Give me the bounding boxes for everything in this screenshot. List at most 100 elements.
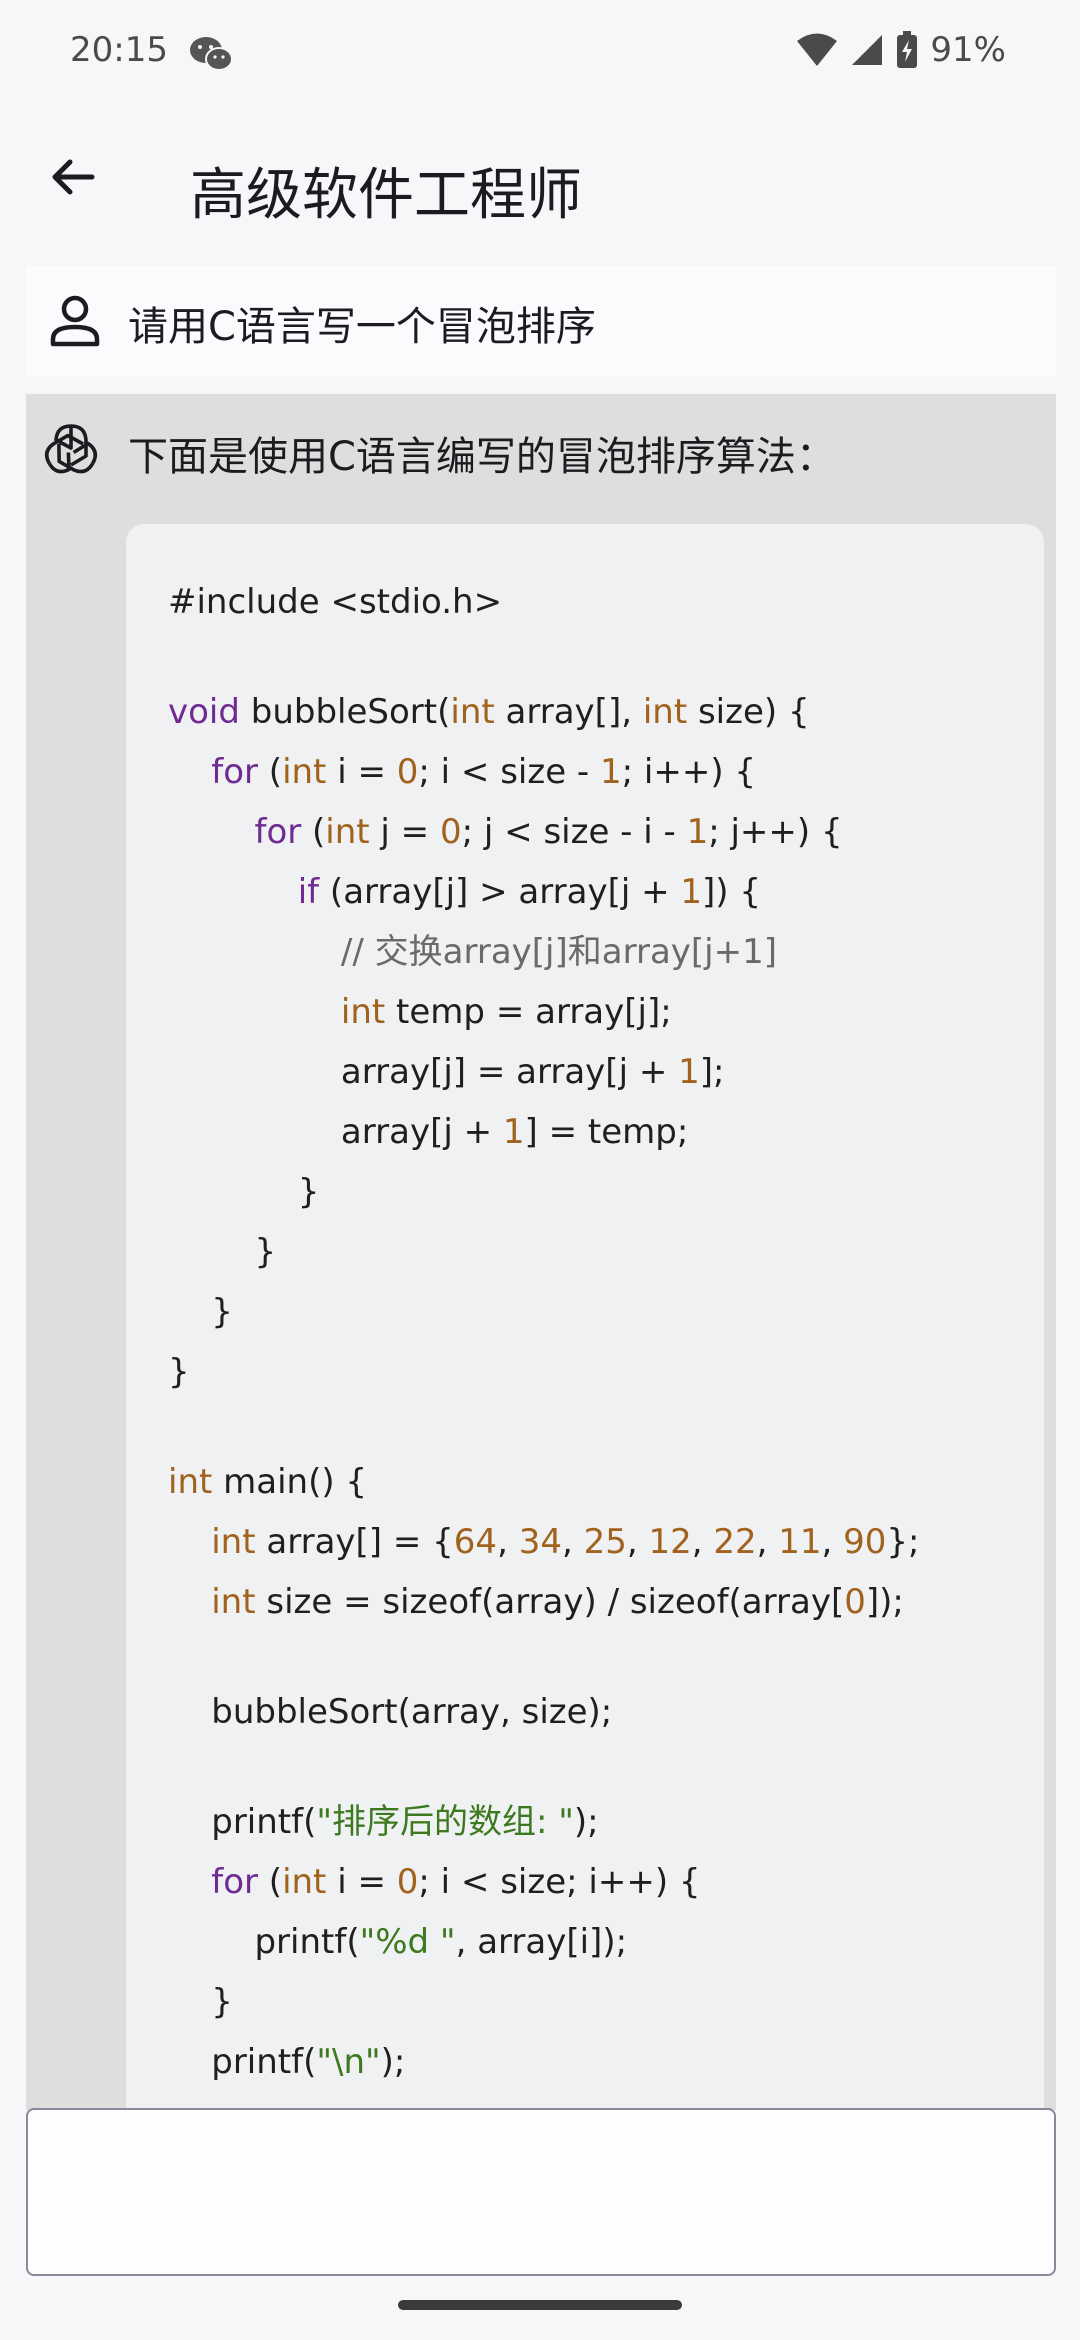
code-line: bubbleSort(array, size); <box>168 1682 1002 1742</box>
code-line: } <box>168 1342 1002 1402</box>
code-line: printf("%d ", array[i]); <box>168 1912 1002 1972</box>
code-line: int main() { <box>168 1452 1002 1512</box>
code-token: ; j++) { <box>708 812 843 852</box>
status-bar: 20:15 91% <box>0 0 1080 100</box>
code-token: (array[j] > array[j + <box>319 872 681 912</box>
wifi-icon <box>797 33 838 66</box>
code-token: , array[i]); <box>455 1922 628 1962</box>
code-token: temp = array[j]; <box>385 992 672 1032</box>
code-token: i = <box>326 1862 397 1902</box>
status-icons: 91% <box>796 30 1006 70</box>
code-token: , <box>561 1522 584 1562</box>
app-bar: 高级软件工程师 <box>0 110 1080 260</box>
person-icon <box>50 295 100 347</box>
code-token: int <box>450 692 495 732</box>
battery-percentage: 91% <box>930 30 1006 70</box>
gesture-nav-handle[interactable] <box>398 2300 682 2310</box>
code-token: ( <box>257 1862 283 1902</box>
arrow-back-icon <box>52 159 95 195</box>
code-token: array[], <box>494 692 643 732</box>
code-token: ; i < size - <box>418 752 601 792</box>
code-token: } <box>168 1352 190 1392</box>
code-line: array[j] = array[j + 1]; <box>168 1042 1002 1102</box>
code-token: void <box>168 692 240 732</box>
bot-intro-text: 下面是使用C语言编写的冒泡排序算法： <box>128 434 836 480</box>
code-token: #include <stdio.h> <box>168 582 503 622</box>
code-line: int array[] = {64, 34, 25, 12, 22, 11, 9… <box>168 1512 1002 1572</box>
code-token: ]); <box>865 1582 904 1622</box>
code-line: for (int i = 0; i < size; i++) { <box>168 1852 1002 1912</box>
code-token: 0 <box>396 752 419 792</box>
page-title: 高级软件工程师 <box>190 163 582 228</box>
code-token: ; i < size; i++) { <box>418 1862 701 1902</box>
code-token: array[] = { <box>255 1522 454 1562</box>
code-line: printf("\n"); <box>168 2032 1002 2092</box>
code-token: printf( <box>168 1802 317 1842</box>
code-token: } <box>168 1982 233 2022</box>
code-token: int <box>642 692 688 732</box>
bot-message: 下面是使用C语言编写的冒泡排序算法： #include <stdio.h> voi… <box>26 394 1056 2110</box>
code-token: 0 <box>844 1582 866 1622</box>
code-token: size = sizeof(array) / sizeof(array[ <box>255 1582 845 1622</box>
code-token: bubbleSort( <box>239 692 451 732</box>
code-token: } <box>168 1232 277 1272</box>
code-token: 11 <box>778 1522 822 1562</box>
code-token: } <box>168 1172 320 1212</box>
code-line: #include <stdio.h> <box>168 572 1002 632</box>
code-token: 90 <box>843 1522 887 1562</box>
code-token: int <box>282 1862 327 1902</box>
code-token: 1 <box>678 1052 700 1092</box>
code-line: int temp = array[j]; <box>168 982 1002 1042</box>
code-token: "\n" <box>316 2042 381 2082</box>
code-token: 0 <box>439 812 462 852</box>
code-token: , <box>756 1522 779 1562</box>
code-token: printf( <box>168 2042 317 2082</box>
code-token: 22 <box>713 1522 757 1562</box>
code-line: printf("排序后的数组: "); <box>168 1792 1002 1852</box>
code-token: int <box>211 1582 256 1622</box>
code-token: 64 <box>453 1522 498 1562</box>
code-line: array[j + 1] = temp; <box>168 1102 1002 1162</box>
code-token: 34 <box>518 1522 562 1562</box>
cell-signal-icon <box>852 35 883 65</box>
code-token: ] = temp; <box>524 1112 689 1152</box>
code-token: int <box>282 752 327 792</box>
code-line: } <box>168 1972 1002 2032</box>
message-input[interactable] <box>26 2108 1056 2276</box>
code-token: , <box>626 1522 649 1562</box>
openai-logo-icon <box>44 424 98 474</box>
code-token: main() { <box>212 1462 368 1502</box>
code-token: int <box>211 1522 256 1562</box>
wechat-icon <box>190 37 233 71</box>
code-token: int <box>168 1462 213 1502</box>
code-token: 12 <box>648 1522 692 1562</box>
code-token: }; <box>886 1522 920 1562</box>
code-token: "排序后的数组: " <box>316 1802 574 1842</box>
code-line: } <box>168 1282 1002 1342</box>
code-token: array[j] = array[j + <box>168 1052 679 1092</box>
code-token: if <box>297 872 320 912</box>
code-token: array[j + <box>168 1112 503 1152</box>
code-line: if (array[j] > array[j + 1]) { <box>168 862 1002 922</box>
code-token: , <box>691 1522 714 1562</box>
back-button[interactable] <box>36 140 110 214</box>
code-token: ); <box>380 2042 406 2082</box>
code-block: #include <stdio.h> void bubbleSort(int ar… <box>126 524 1044 2110</box>
code-token: for <box>211 752 258 792</box>
code-token: i = <box>326 752 397 792</box>
code-token: ); <box>573 1802 599 1842</box>
code-token: 1 <box>600 752 622 792</box>
code-token: j = <box>369 812 440 852</box>
code-token: // 交换array[j]和array[j+1] <box>340 932 778 972</box>
status-time: 20:15 <box>70 30 168 70</box>
